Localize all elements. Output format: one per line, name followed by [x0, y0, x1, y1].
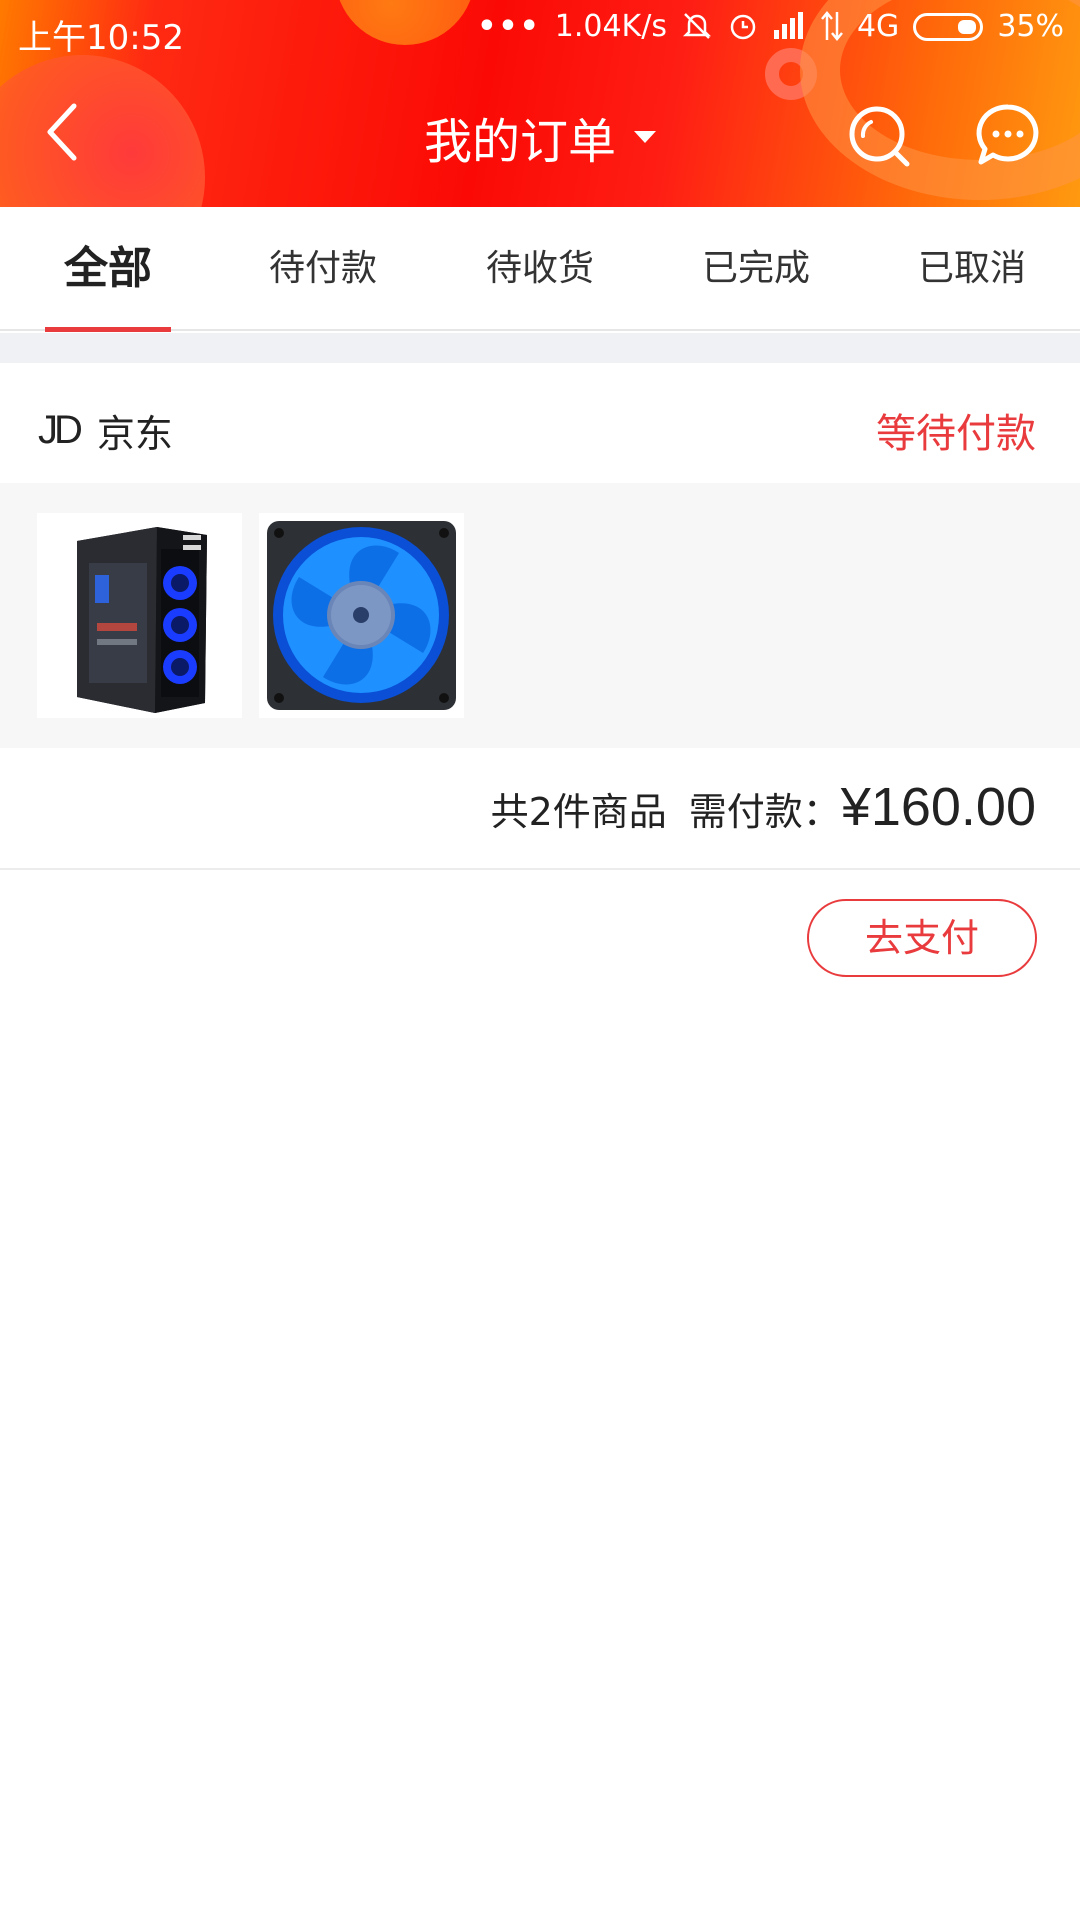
- alarm-icon: [727, 10, 759, 44]
- section-divider: [0, 333, 1080, 363]
- active-tab-indicator: [45, 327, 171, 332]
- order-total: 共2件商品 需付款：¥160.00: [0, 748, 1080, 870]
- goods-list[interactable]: [0, 483, 1080, 748]
- search-icon: [849, 106, 910, 167]
- page-title: 我的订单: [423, 114, 616, 170]
- goods-count: 共2件商品: [490, 790, 667, 834]
- shop-label: JD 京东: [38, 403, 173, 458]
- goods-image-pc-case[interactable]: [37, 513, 242, 718]
- search-button[interactable]: [845, 102, 913, 170]
- caret-down-icon: [634, 131, 656, 143]
- data-arrows-icon: [821, 10, 843, 44]
- message-button[interactable]: [975, 102, 1041, 168]
- order-price: ¥160.00: [840, 777, 1036, 837]
- nav-title-wrap: 我的订单: [0, 102, 1080, 172]
- tab-all[interactable]: 全部: [30, 207, 186, 331]
- status-icons: ••• 1.04K/s 4G 35%: [477, 10, 1064, 44]
- status-time: 上午10:52: [18, 18, 184, 58]
- battery-level: 35%: [997, 9, 1064, 44]
- order-status: 等待付款: [876, 411, 1036, 457]
- message-icon: [976, 104, 1039, 165]
- order-tabs: 全部 待付款 待收货 已完成 已取消: [0, 207, 1080, 331]
- more-dots-icon: •••: [477, 9, 541, 44]
- tab-pending-payment[interactable]: 待付款: [245, 207, 401, 331]
- pc-case-image: [77, 527, 207, 713]
- amount-group: 需付款：¥160.00: [689, 776, 1036, 838]
- battery-icon: [913, 13, 984, 41]
- status-bar: 上午10:52 ••• 1.04K/s 4G 35%: [0, 0, 1080, 60]
- tab-cancelled[interactable]: 已取消: [894, 207, 1050, 331]
- signal-icon: [773, 10, 807, 44]
- shop-header[interactable]: JD 京东 等待付款: [0, 363, 1080, 483]
- tab-completed[interactable]: 已完成: [678, 207, 834, 331]
- pay-button[interactable]: 去支付: [807, 899, 1037, 977]
- title-dropdown[interactable]: 我的订单: [424, 102, 656, 172]
- jd-logo: JD: [38, 408, 83, 452]
- blue-led-fan-image: [267, 521, 456, 710]
- app-header: 上午10:52 ••• 1.04K/s 4G 35% 我的订单: [0, 0, 1080, 207]
- total-summary: 共2件商品 需付款：¥160.00: [491, 776, 1036, 838]
- tab-pending-receipt[interactable]: 待收货: [462, 207, 618, 331]
- mute-icon: [681, 10, 713, 44]
- goods-image-fan[interactable]: [259, 513, 464, 718]
- net-speed: 1.04K/s: [554, 9, 667, 44]
- need-pay-label: 需付款：: [688, 790, 841, 834]
- shop-name: 京东: [96, 412, 173, 456]
- network-type: 4G: [856, 9, 900, 44]
